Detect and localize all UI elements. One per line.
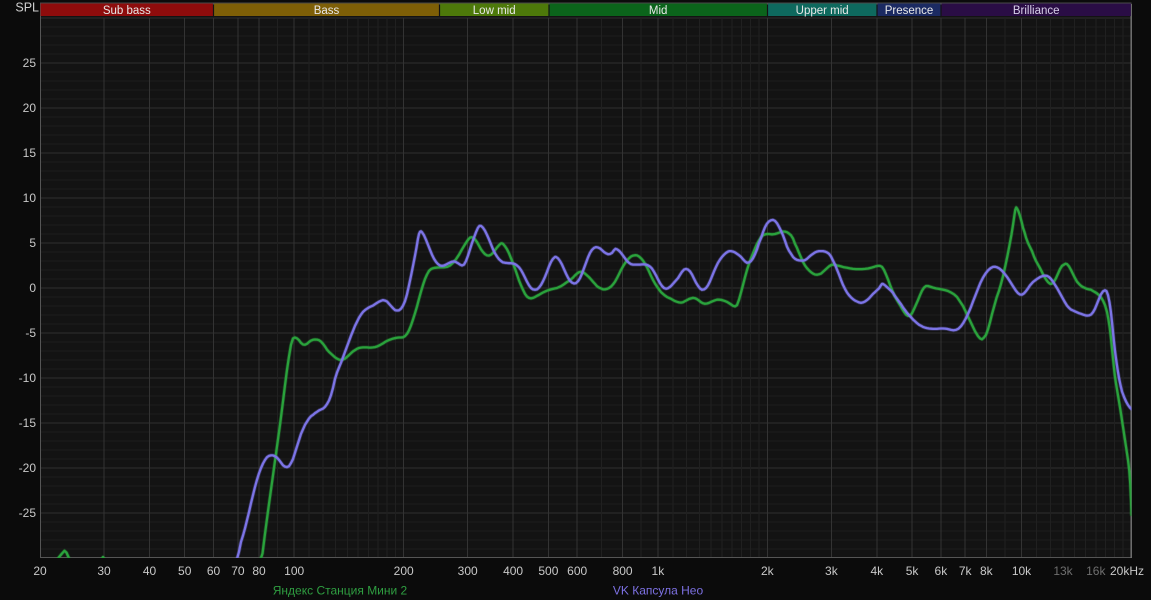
- svg-text:400: 400: [503, 564, 523, 578]
- svg-text:VK Капсула Нео: VK Капсула Нео: [613, 584, 704, 598]
- svg-text:5k: 5k: [906, 564, 920, 578]
- svg-text:800: 800: [613, 564, 633, 578]
- svg-text:Sub bass: Sub bass: [103, 5, 151, 17]
- svg-text:13k: 13k: [1053, 564, 1073, 578]
- svg-text:40: 40: [143, 564, 157, 578]
- svg-text:Яндекс Станция Мини 2: Яндекс Станция Мини 2: [273, 584, 408, 598]
- svg-text:600: 600: [567, 564, 587, 578]
- svg-text:Bass: Bass: [314, 5, 340, 17]
- svg-text:6k: 6k: [935, 564, 949, 578]
- svg-text:50: 50: [178, 564, 192, 578]
- svg-text:25: 25: [23, 56, 37, 70]
- svg-text:30: 30: [97, 564, 111, 578]
- svg-text:0: 0: [29, 281, 36, 295]
- svg-text:Mid: Mid: [649, 5, 668, 17]
- svg-text:2k: 2k: [761, 564, 775, 578]
- svg-text:1k: 1k: [652, 564, 666, 578]
- svg-text:Brilliance: Brilliance: [1013, 5, 1060, 17]
- svg-text:Low mid: Low mid: [473, 5, 516, 17]
- svg-text:500: 500: [538, 564, 558, 578]
- svg-text:200: 200: [394, 564, 414, 578]
- svg-text:16k: 16k: [1086, 564, 1106, 578]
- svg-text:3k: 3k: [825, 564, 839, 578]
- svg-text:8k: 8k: [980, 564, 994, 578]
- svg-text:15: 15: [23, 146, 37, 160]
- svg-text:Upper mid: Upper mid: [796, 5, 849, 17]
- svg-text:10: 10: [23, 191, 37, 205]
- svg-text:80: 80: [252, 564, 266, 578]
- svg-text:-15: -15: [19, 416, 37, 430]
- svg-text:10k: 10k: [1012, 564, 1032, 578]
- svg-text:-20: -20: [19, 461, 37, 475]
- svg-text:60: 60: [207, 564, 221, 578]
- svg-text:-25: -25: [19, 506, 37, 520]
- svg-text:4k: 4k: [870, 564, 884, 578]
- svg-text:20: 20: [23, 101, 37, 115]
- svg-text:300: 300: [458, 564, 478, 578]
- svg-text:20: 20: [33, 564, 47, 578]
- svg-text:20kHz: 20kHz: [1110, 564, 1144, 578]
- svg-text:70: 70: [231, 564, 245, 578]
- svg-text:Presence: Presence: [885, 5, 934, 17]
- svg-text:100: 100: [284, 564, 304, 578]
- svg-text:5: 5: [29, 236, 36, 250]
- svg-text:-10: -10: [19, 371, 37, 385]
- svg-text:7k: 7k: [959, 564, 973, 578]
- svg-text:-5: -5: [25, 326, 36, 340]
- svg-text:SPL: SPL: [15, 1, 39, 15]
